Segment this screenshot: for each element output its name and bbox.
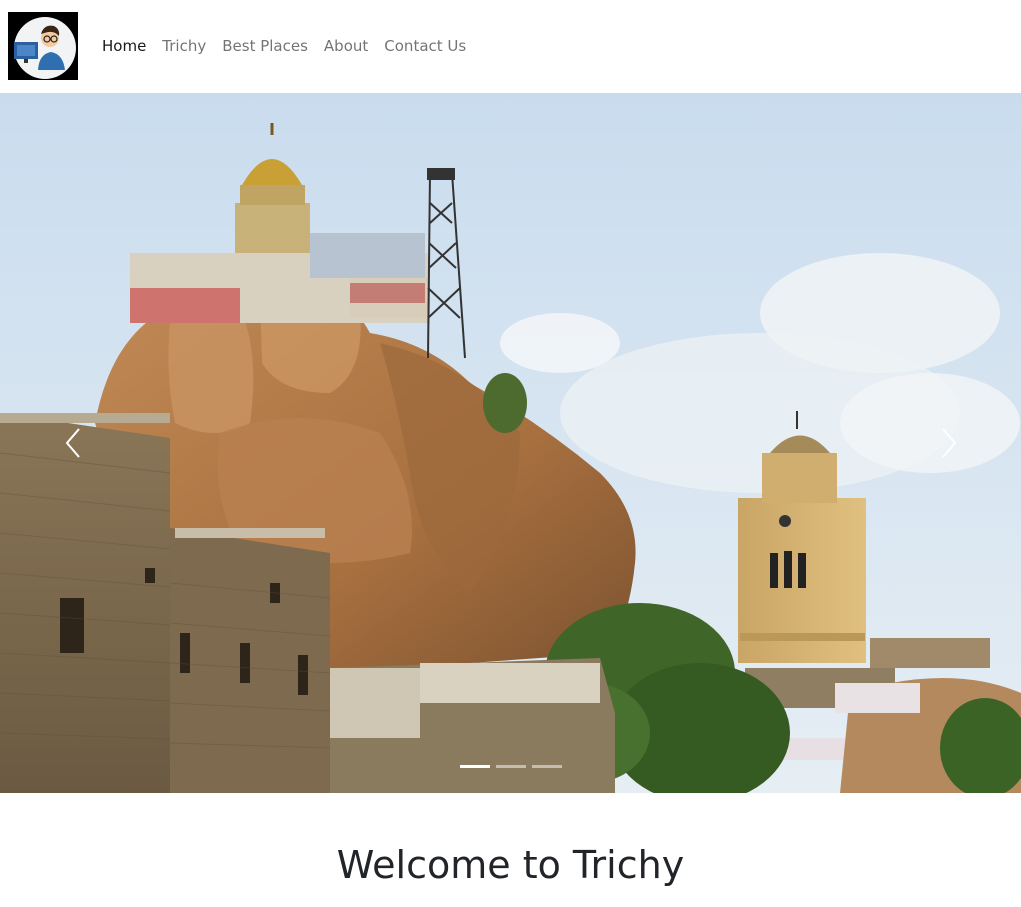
carousel-next-button[interactable] bbox=[876, 93, 1021, 793]
nav-link-trichy[interactable]: Trichy bbox=[162, 36, 206, 56]
carousel-indicators bbox=[0, 765, 1021, 768]
carousel-prev-button[interactable] bbox=[0, 93, 145, 793]
hero-carousel bbox=[0, 93, 1021, 793]
nav-link-contact-us[interactable]: Contact Us bbox=[384, 36, 466, 56]
chevron-right-icon bbox=[941, 428, 956, 458]
nav-link-about[interactable]: About bbox=[324, 36, 368, 56]
developer-avatar-icon bbox=[8, 12, 78, 80]
nav-links: Home Trichy Best Places About Contact Us bbox=[102, 36, 482, 56]
page-heading: Welcome to Trichy bbox=[336, 843, 685, 887]
carousel-indicator-2[interactable] bbox=[495, 765, 526, 768]
carousel-indicator-3[interactable] bbox=[531, 765, 562, 768]
brand-logo[interactable] bbox=[8, 12, 78, 80]
navbar: Home Trichy Best Places About Contact Us bbox=[0, 0, 1021, 93]
nav-link-best-places[interactable]: Best Places bbox=[222, 36, 308, 56]
rockfort-temple-photo bbox=[0, 93, 1021, 793]
chevron-left-icon bbox=[65, 428, 80, 458]
nav-link-home[interactable]: Home bbox=[102, 36, 146, 56]
carousel-indicator-1[interactable] bbox=[459, 765, 490, 768]
